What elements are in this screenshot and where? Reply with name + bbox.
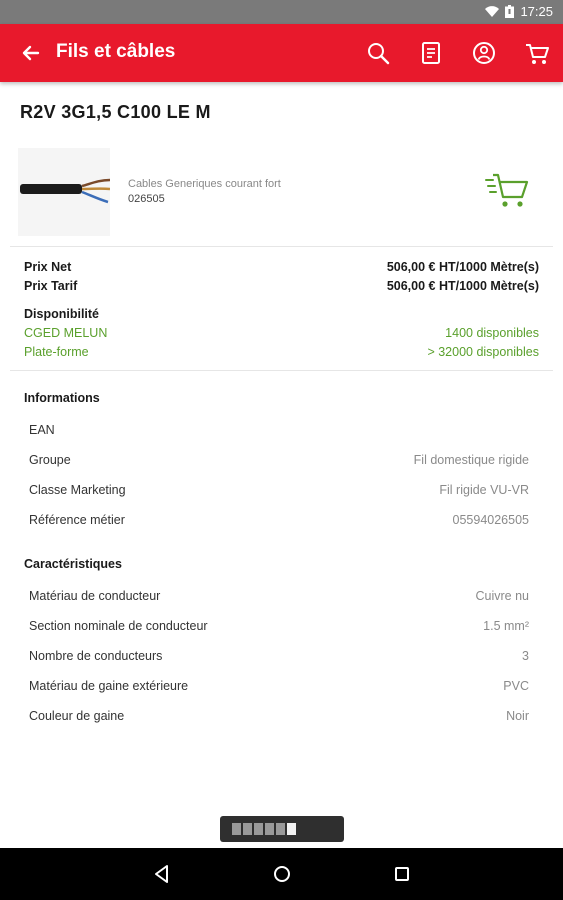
price-value: 506,00 € HT/1000 Mètre(s) bbox=[386, 260, 539, 274]
info-row: Classe Marketing Fil rigide VU-VR bbox=[29, 483, 529, 497]
spec-key: Couleur de gaine bbox=[29, 709, 125, 723]
wifi-icon bbox=[485, 5, 500, 17]
status-bar: 17:25 bbox=[0, 0, 563, 24]
add-to-cart-icon[interactable] bbox=[484, 172, 530, 210]
info-row: Groupe Fil domestique rigide bbox=[29, 453, 529, 467]
info-value: Fil domestique rigide bbox=[413, 453, 529, 467]
informations-title: Informations bbox=[24, 391, 100, 405]
info-row: Référence métier 05594026505 bbox=[29, 513, 529, 527]
product-image bbox=[18, 148, 111, 236]
info-key: Référence métier bbox=[29, 513, 125, 527]
spec-row: Matériau de conducteur Cuivre nu bbox=[29, 589, 529, 603]
availability-place: CGED MELUN bbox=[24, 326, 108, 340]
info-value: Fil rigide VU-VR bbox=[439, 483, 529, 497]
availability-row: Plate-forme > 32000 disponibles bbox=[24, 345, 539, 359]
nav-home-icon[interactable] bbox=[270, 862, 294, 886]
system-nav-bar bbox=[0, 848, 563, 900]
price-label: Prix Net bbox=[24, 260, 72, 274]
page-indicator-segment bbox=[243, 823, 252, 835]
battery-icon bbox=[505, 5, 515, 18]
spec-key: Matériau de conducteur bbox=[29, 589, 161, 603]
spec-row: Section nominale de conducteur 1.5 mm² bbox=[29, 619, 529, 633]
spec-row: Nombre de conducteurs 3 bbox=[29, 649, 529, 663]
info-key: Groupe bbox=[29, 453, 71, 467]
page-indicator-segment bbox=[232, 823, 241, 835]
info-key: Classe Marketing bbox=[29, 483, 126, 497]
spec-value: 3 bbox=[522, 649, 529, 663]
search-icon[interactable] bbox=[363, 38, 393, 68]
divider bbox=[10, 370, 553, 371]
availability-place: Plate-forme bbox=[24, 345, 89, 359]
app-bar: Fils et câbles bbox=[0, 24, 563, 82]
divider bbox=[10, 246, 553, 247]
spec-value: PVC bbox=[503, 679, 529, 693]
product-code: 026505 bbox=[128, 193, 165, 205]
price-row-tarif: Prix Tarif 506,00 € HT/1000 Mètre(s) bbox=[24, 279, 539, 293]
nav-back-icon[interactable] bbox=[150, 862, 174, 886]
spec-value: Noir bbox=[506, 709, 529, 723]
cable-image bbox=[20, 178, 111, 204]
spec-value: Cuivre nu bbox=[475, 589, 530, 603]
page-indicator-segment bbox=[287, 823, 296, 835]
spec-row: Matériau de gaine extérieure PVC bbox=[29, 679, 529, 693]
product-category: Cables Generiques courant fort bbox=[128, 178, 281, 190]
availability-qty: 1400 disponibles bbox=[445, 326, 539, 340]
page-indicator-segment bbox=[276, 823, 285, 835]
spec-value: 1.5 mm² bbox=[483, 619, 529, 633]
back-arrow-icon[interactable] bbox=[18, 40, 44, 66]
price-value: 506,00 € HT/1000 Mètre(s) bbox=[386, 279, 539, 293]
availability-row: CGED MELUN 1400 disponibles bbox=[24, 326, 539, 340]
nav-recents-icon[interactable] bbox=[390, 862, 414, 886]
info-key: EAN bbox=[29, 423, 55, 437]
page-indicator-segment bbox=[265, 823, 274, 835]
account-icon[interactable] bbox=[469, 38, 499, 68]
info-row: EAN bbox=[29, 423, 529, 437]
caracteristiques-title: Caractéristiques bbox=[24, 557, 122, 571]
product-title: R2V 3G1,5 C100 LE M bbox=[20, 102, 211, 122]
spec-key: Section nominale de conducteur bbox=[29, 619, 208, 633]
page-indicator[interactable] bbox=[220, 816, 344, 842]
availability-qty: > 32000 disponibles bbox=[427, 345, 539, 359]
app-bar-title: Fils et câbles bbox=[56, 41, 176, 62]
page-indicator-segment bbox=[254, 823, 263, 835]
spec-row: Couleur de gaine Noir bbox=[29, 709, 529, 723]
price-row-net: Prix Net 506,00 € HT/1000 Mètre(s) bbox=[24, 260, 539, 274]
info-value: 05594026505 bbox=[452, 513, 529, 527]
price-label: Prix Tarif bbox=[24, 279, 78, 293]
availability-title: Disponibilité bbox=[24, 307, 99, 321]
spec-key: Matériau de gaine extérieure bbox=[29, 679, 189, 693]
cart-icon[interactable] bbox=[522, 38, 552, 68]
status-time: 17:25 bbox=[520, 4, 553, 19]
document-icon[interactable] bbox=[416, 38, 446, 68]
spec-key: Nombre de conducteurs bbox=[29, 649, 163, 663]
